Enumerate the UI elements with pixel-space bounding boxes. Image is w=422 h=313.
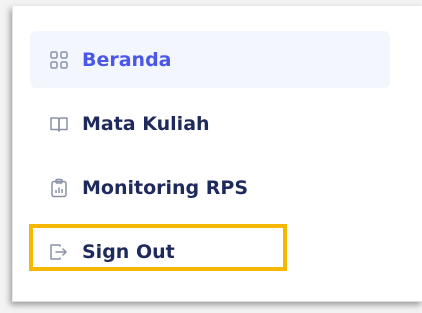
sidebar-menu: Beranda Mata Kuliah Monitoring RPS Sign … bbox=[30, 31, 390, 287]
sidebar-item-monitoring-rps[interactable]: Monitoring RPS bbox=[30, 159, 390, 216]
sidebar-item-label: Mata Kuliah bbox=[82, 112, 210, 135]
sidebar-item-beranda[interactable]: Beranda bbox=[30, 31, 390, 88]
sidebar-item-label: Beranda bbox=[82, 48, 172, 71]
clipboard-chart-icon bbox=[48, 177, 70, 199]
sidebar-item-label: Sign Out bbox=[82, 240, 175, 263]
sign-out-icon bbox=[48, 241, 70, 263]
sidebar-item-sign-out[interactable]: Sign Out bbox=[30, 223, 290, 280]
book-open-icon bbox=[48, 113, 70, 135]
grid-icon bbox=[48, 49, 70, 71]
sidebar-item-label: Monitoring RPS bbox=[82, 176, 248, 199]
sidebar-item-mata-kuliah[interactable]: Mata Kuliah bbox=[30, 95, 390, 152]
